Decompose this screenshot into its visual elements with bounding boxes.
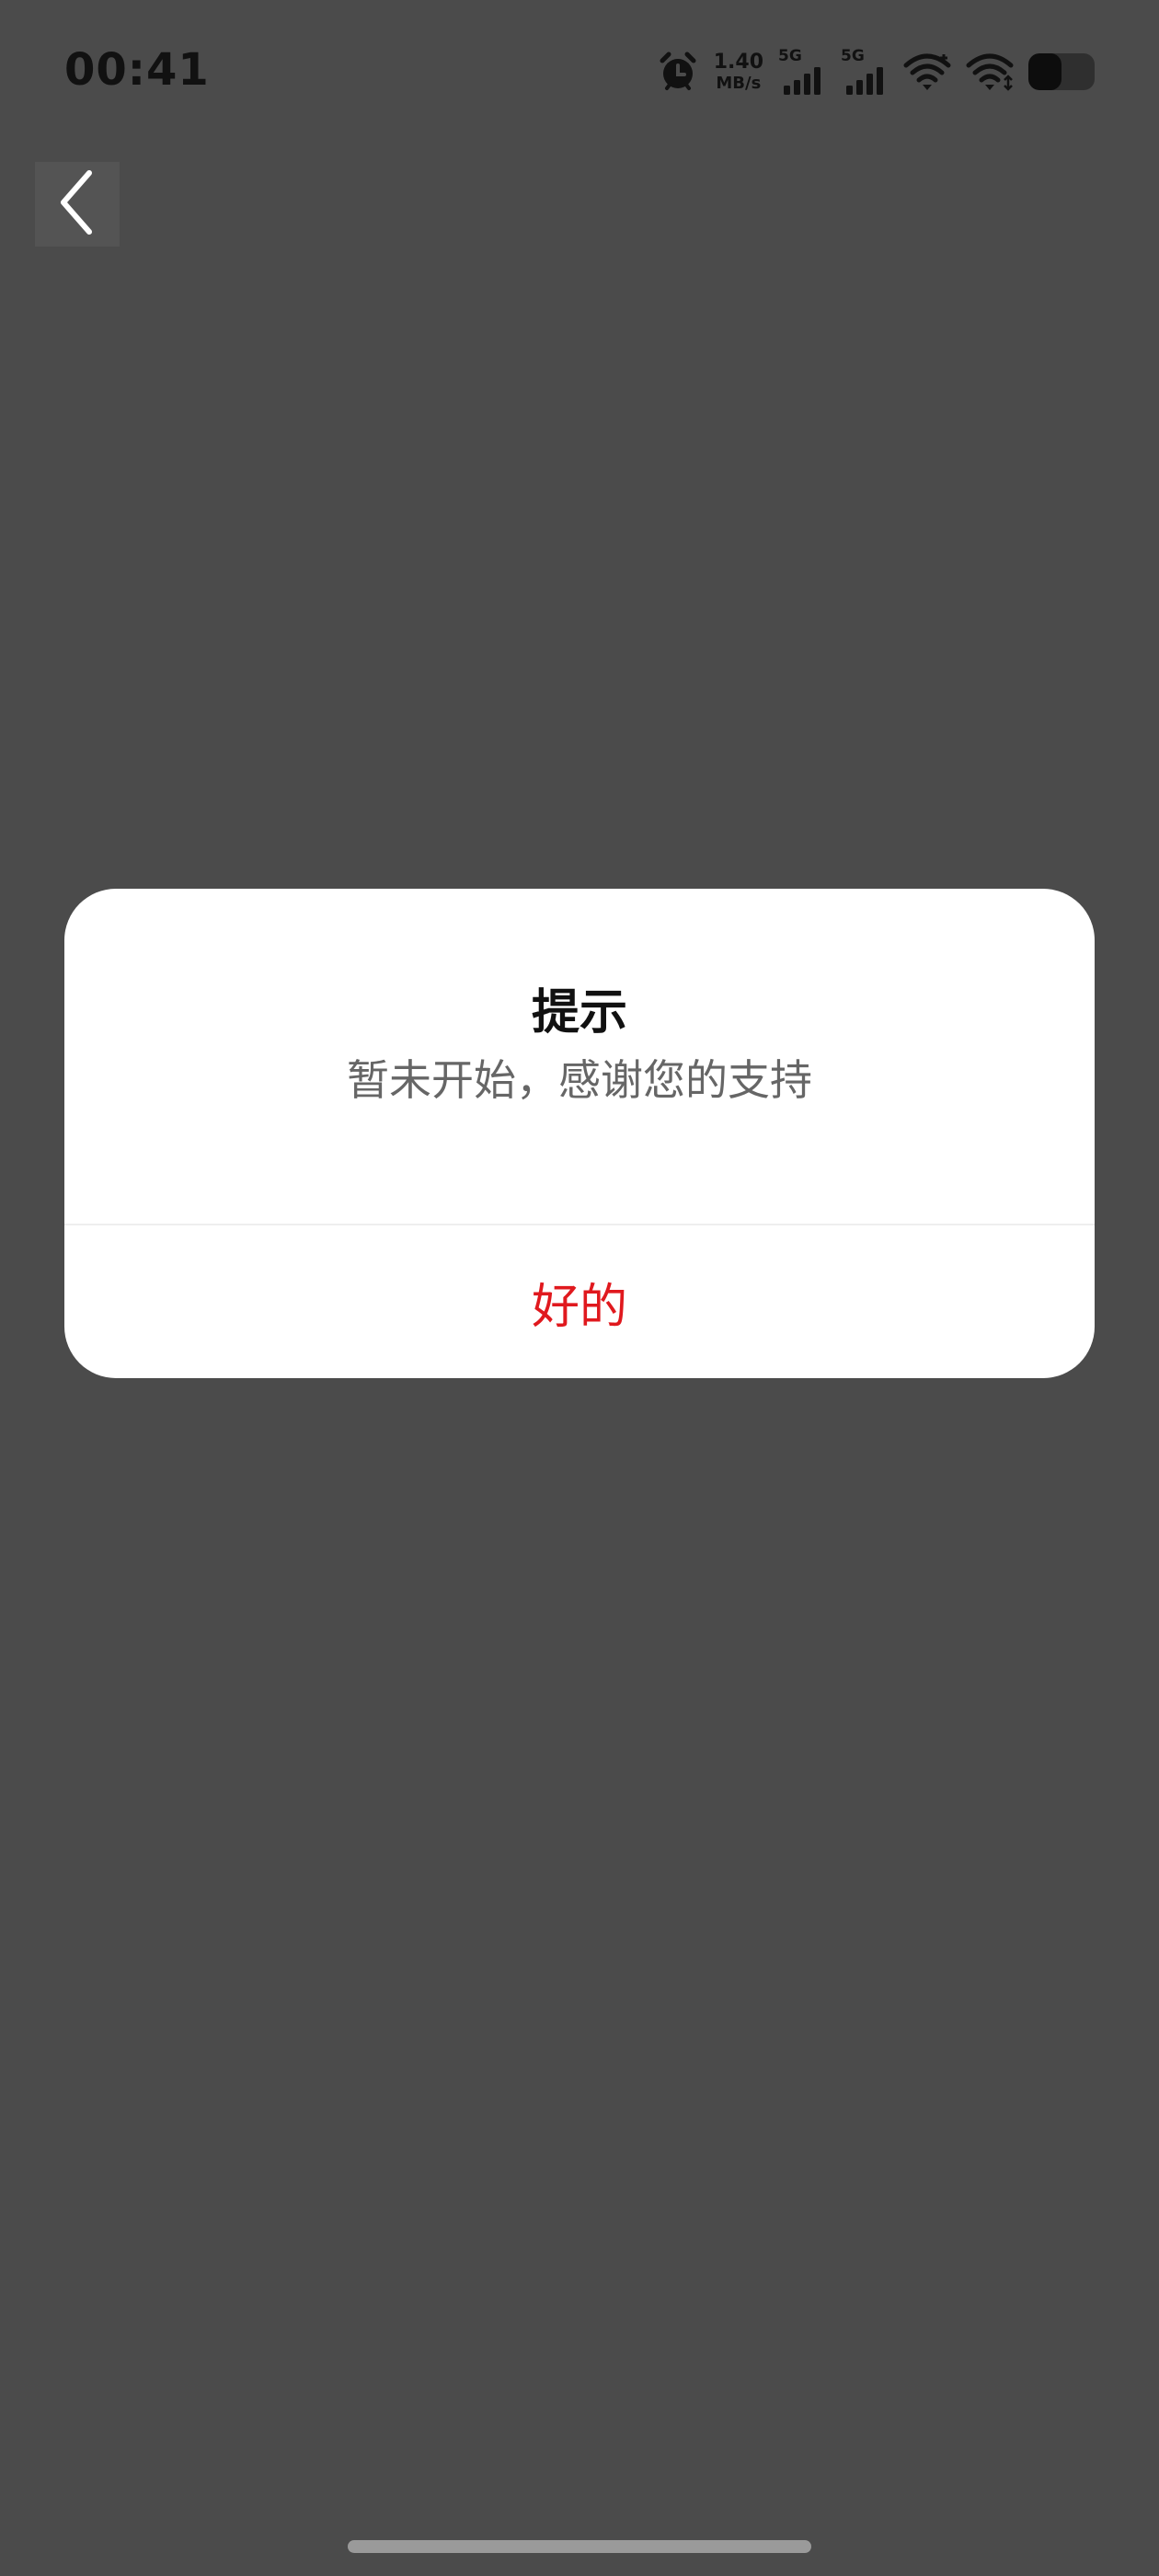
status-icons: 1.40 MB/s 5G 5G <box>657 44 1095 99</box>
sim2-network-type: 5G <box>841 47 865 65</box>
wifi-icon <box>903 52 951 91</box>
dialog-message: 暂未开始，感谢您的支持 <box>347 1055 812 1105</box>
back-button[interactable] <box>35 162 120 247</box>
alert-dialog: 提示 暂未开始，感谢您的支持 好的 <box>64 889 1095 1378</box>
sim1-network-type: 5G <box>778 47 802 65</box>
chevron-left-icon <box>56 167 98 241</box>
battery-level <box>1028 53 1061 90</box>
status-time: 00:41 <box>64 44 210 96</box>
battery-icon <box>1028 53 1095 90</box>
wifi-icon <box>966 52 1014 91</box>
sim2-signal: 5G <box>841 49 889 95</box>
status-bar: 00:41 1.40 MB/s 5G 5G <box>0 0 1159 138</box>
alarm-icon <box>657 51 699 93</box>
home-indicator[interactable] <box>348 2540 811 2553</box>
network-speed-unit: MB/s <box>716 73 762 93</box>
confirm-button[interactable]: 好的 <box>64 1225 1095 1378</box>
network-speed: 1.40 MB/s <box>714 52 763 92</box>
network-speed-value: 1.40 <box>713 50 763 74</box>
screen: 00:41 1.40 MB/s 5G 5G 提示 暂未开始，感谢您的支持 好的 <box>0 0 1159 2576</box>
dialog-title: 提示 <box>531 985 627 1041</box>
sim1-signal: 5G <box>778 49 826 95</box>
